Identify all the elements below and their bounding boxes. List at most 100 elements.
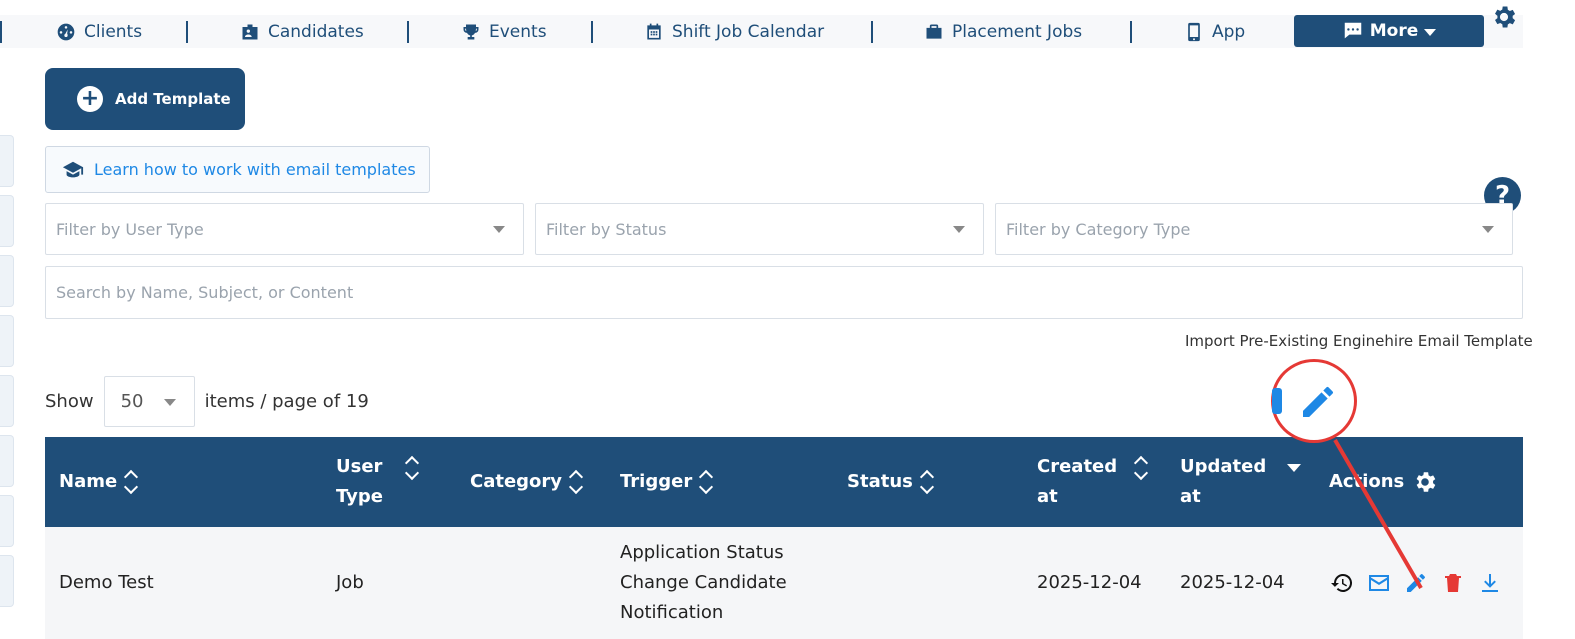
left-edge-tab[interactable] [0, 195, 14, 247]
left-edge-tab[interactable] [0, 495, 14, 547]
import-template-link[interactable]: Import Pre-Existing Enginehire Email Tem… [1185, 332, 1533, 350]
column-header-trigger[interactable]: Trigger [620, 437, 714, 527]
header-label: Category [470, 471, 563, 492]
pagination-suffix: items / page of 19 [204, 391, 369, 412]
column-header-category[interactable]: Category [470, 437, 584, 527]
nav-label: Events [489, 21, 547, 42]
nav-label: Clients [84, 21, 143, 42]
add-template-label: Add Template [115, 90, 231, 108]
caret-down-icon [953, 226, 965, 233]
learn-link-text: Learn how to work with email templates [94, 160, 416, 179]
trigger-line: Application Status [620, 542, 784, 563]
per-page-value: 50 [120, 391, 144, 412]
calendar-icon [647, 23, 661, 39]
nav-label: App [1212, 21, 1246, 42]
trigger-line: Notification [620, 602, 724, 623]
sort-icon [700, 471, 714, 493]
left-edge-panel [0, 135, 14, 607]
nav-item-clients[interactable]: Clients [56, 15, 142, 48]
cell-trigger: Application Status Change Candidate Noti… [620, 527, 787, 639]
history-icon[interactable] [1330, 571, 1354, 595]
header-label: Trigger [620, 471, 693, 492]
column-header-status[interactable]: Status [847, 437, 935, 527]
search-input[interactable]: Search by Name, Subject, or Content [45, 266, 1523, 319]
nav-item-shift-job-calendar[interactable]: Shift Job Calendar [644, 15, 824, 48]
delete-trash-icon[interactable] [1441, 571, 1465, 595]
more-label: More [1369, 21, 1419, 41]
column-header-actions: Actions [1329, 437, 1438, 527]
filter-user-type-placeholder: Filter by User Type [56, 219, 204, 239]
cell-created-at: 2025-12-04 [1037, 572, 1142, 593]
header-label: Created [1037, 456, 1118, 477]
gear-icon[interactable] [1412, 469, 1438, 495]
caret-down-icon [493, 226, 505, 233]
header-label: Name [59, 471, 118, 492]
nav-label: Placement Jobs [952, 21, 1083, 42]
nav-label: Shift Job Calendar [672, 21, 825, 42]
column-header-updated-at[interactable]: Updated at [1180, 437, 1310, 527]
caret-down-icon [1482, 226, 1494, 233]
table-row: Demo Test Job Application Status Change … [45, 527, 1523, 639]
id-badge-icon [242, 24, 258, 39]
pagination-control: Show 50 items / page of 19 [45, 376, 369, 427]
briefcase-icon [926, 24, 942, 39]
download-icon[interactable] [1478, 571, 1502, 595]
header-label: at [1037, 486, 1058, 507]
edit-pencil-icon[interactable] [1404, 571, 1428, 595]
left-edge-tab[interactable] [0, 555, 14, 607]
left-edge-tab[interactable] [0, 135, 14, 187]
left-edge-tab[interactable] [0, 315, 14, 367]
filter-category-placeholder: Filter by Category Type [1006, 219, 1191, 239]
sort-icon [921, 471, 935, 493]
cell-updated-at: 2025-12-04 [1180, 572, 1285, 593]
left-edge-tab[interactable] [0, 375, 14, 427]
nav-divider [591, 21, 593, 43]
header-label: Type [336, 486, 383, 507]
nav-item-events[interactable]: Events [461, 15, 547, 48]
filter-category-select[interactable]: Filter by Category Type [995, 203, 1513, 255]
caret-down-icon [1424, 29, 1437, 36]
sort-icon [406, 457, 420, 479]
cell-user-type: Job [336, 572, 364, 593]
nav-item-app[interactable]: App [1184, 15, 1245, 48]
nav-divider [186, 21, 188, 43]
mobile-icon [1188, 22, 1200, 41]
zoomed-edit-pencil-icon [1298, 382, 1338, 422]
filter-status-select[interactable]: Filter by Status [535, 203, 984, 255]
more-menu-button[interactable]: More [1294, 15, 1484, 47]
left-edge-tab[interactable] [0, 435, 14, 487]
show-label: Show [45, 391, 94, 412]
zoomed-email-icon-fragment [1272, 388, 1282, 414]
sort-icon [125, 471, 139, 493]
nav-divider [407, 21, 409, 43]
filter-user-type-select[interactable]: Filter by User Type [45, 203, 524, 255]
trophy-icon [463, 24, 479, 39]
add-template-button[interactable]: + Add Template [45, 68, 245, 130]
sort-desc-icon [1287, 464, 1301, 472]
header-label: at [1180, 486, 1201, 507]
filter-status-placeholder: Filter by Status [546, 219, 667, 239]
settings-gear-icon[interactable] [1490, 3, 1518, 31]
trigger-line: Change Candidate [620, 572, 787, 593]
header-label: Status [847, 471, 913, 492]
header-label: User [336, 456, 383, 477]
email-icon[interactable] [1367, 571, 1391, 595]
nav-item-placement-jobs[interactable]: Placement Jobs [924, 15, 1082, 48]
header-label: Updated [1180, 456, 1267, 477]
left-edge-tab[interactable] [0, 255, 14, 307]
learn-email-templates-link[interactable]: Learn how to work with email templates [45, 146, 430, 193]
nav-divider [871, 21, 873, 43]
column-header-user-type[interactable]: User Type [336, 437, 446, 527]
graduation-cap-icon [62, 161, 84, 177]
sort-icon [570, 471, 584, 493]
dashboard-icon [57, 23, 75, 40]
cell-name: Demo Test [59, 572, 154, 593]
nav-divider [0, 21, 2, 43]
per-page-select[interactable]: 50 [103, 376, 195, 427]
column-header-name[interactable]: Name [59, 437, 139, 527]
column-header-created-at[interactable]: Created at [1037, 437, 1157, 527]
top-navigation: Clients Candidates Events Shift Job Cale… [0, 15, 1523, 48]
nav-item-candidates[interactable]: Candidates [240, 15, 364, 48]
row-actions [1330, 571, 1502, 595]
sort-icon [1135, 457, 1149, 479]
